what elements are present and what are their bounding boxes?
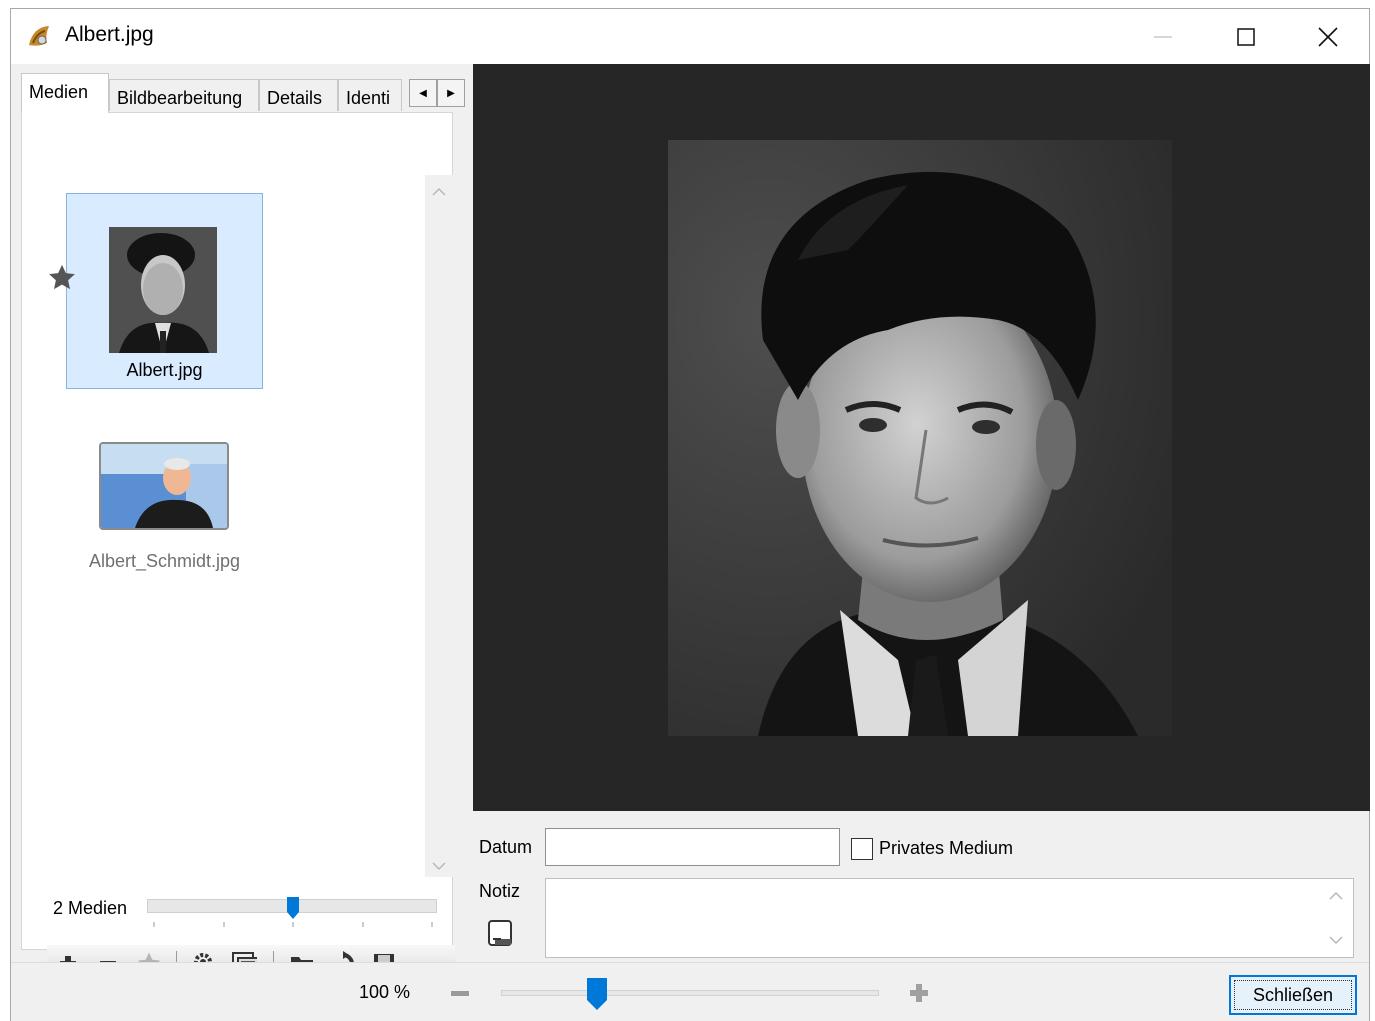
media-item-label: Albert.jpg <box>126 360 203 380</box>
maximize-button[interactable] <box>1206 9 1286 64</box>
status-bar: 100 % Schließen <box>11 962 1369 1021</box>
media-item-albert[interactable]: Albert.jpg <box>66 193 263 389</box>
private-medium-checkbox[interactable] <box>851 838 873 860</box>
window-title: Albert.jpg <box>65 23 154 46</box>
thumbnail-albert-image <box>109 227 217 353</box>
zoom-slider[interactable] <box>501 978 879 1010</box>
zoom-slider-thumb[interactable] <box>586 977 608 1011</box>
media-dialog: Albert.jpg Medien Bildbearbeitung Detail… <box>10 8 1370 1021</box>
media-item-albert-schmidt[interactable]: Albert_Schmidt.jpg <box>66 433 263 583</box>
title-bar: Albert.jpg <box>11 9 1369 64</box>
notiz-label: Notiz <box>479 881 521 901</box>
tab-bildbearbeitung[interactable]: Bildbearbeitung <box>109 79 259 111</box>
thumbnail-albert-schmidt-image <box>99 442 229 530</box>
arrow-right-icon: ▶ <box>447 87 455 99</box>
media-item-label: Albert_Schmidt.jpg <box>88 551 241 571</box>
app-logo-icon <box>29 26 49 46</box>
image-viewer <box>473 64 1370 811</box>
tab-scroll-right-button[interactable]: ▶ <box>437 79 465 107</box>
thumbnail-size-slider[interactable] <box>147 897 437 927</box>
scroll-up-icon[interactable] <box>1329 891 1343 901</box>
zoom-out-button[interactable] <box>451 991 469 996</box>
scroll-down-icon[interactable] <box>1329 935 1343 945</box>
media-count: 2 Medien <box>53 898 128 918</box>
zoom-level: 100 % <box>359 982 411 1002</box>
arrow-left-icon: ◀ <box>419 87 427 99</box>
media-list-scrollbar[interactable] <box>425 175 453 877</box>
notiz-edit-button[interactable] <box>487 919 515 952</box>
left-panel: Medien Bildbearbeitung Details Identi ◀ … <box>21 73 465 983</box>
tab-medien[interactable]: Medien <box>21 73 109 113</box>
slider-thumb[interactable] <box>286 896 300 920</box>
tab-identi[interactable]: Identi <box>338 79 402 111</box>
notiz-textarea[interactable] <box>545 878 1354 958</box>
datum-label: Datum <box>479 837 533 857</box>
scroll-down-icon <box>432 862 446 871</box>
star-icon <box>49 264 75 290</box>
scroll-up-icon <box>432 187 446 196</box>
tab-scroll-left-button[interactable]: ◀ <box>409 79 437 107</box>
zoom-in-icon[interactable] <box>909 983 929 1003</box>
tab-strip: Medien Bildbearbeitung Details Identi ◀ … <box>21 73 465 113</box>
schliessen-button[interactable]: Schließen <box>1229 975 1357 1015</box>
tab-details[interactable]: Details <box>259 79 338 111</box>
datum-input[interactable] <box>545 828 840 866</box>
minimize-icon <box>1154 35 1172 38</box>
main-photo <box>668 140 1172 736</box>
slider-ticks <box>153 922 433 927</box>
close-icon <box>1318 26 1338 47</box>
maximize-icon <box>1237 27 1255 46</box>
media-list: Albert.jpg Albert_Schmidt.jpg 2 Medien <box>21 112 455 983</box>
window-close-button[interactable] <box>1288 9 1368 64</box>
note-edit-icon <box>488 920 512 946</box>
minimize-button[interactable] <box>1123 9 1203 64</box>
private-medium-label[interactable]: Privates Medium <box>879 838 1013 859</box>
